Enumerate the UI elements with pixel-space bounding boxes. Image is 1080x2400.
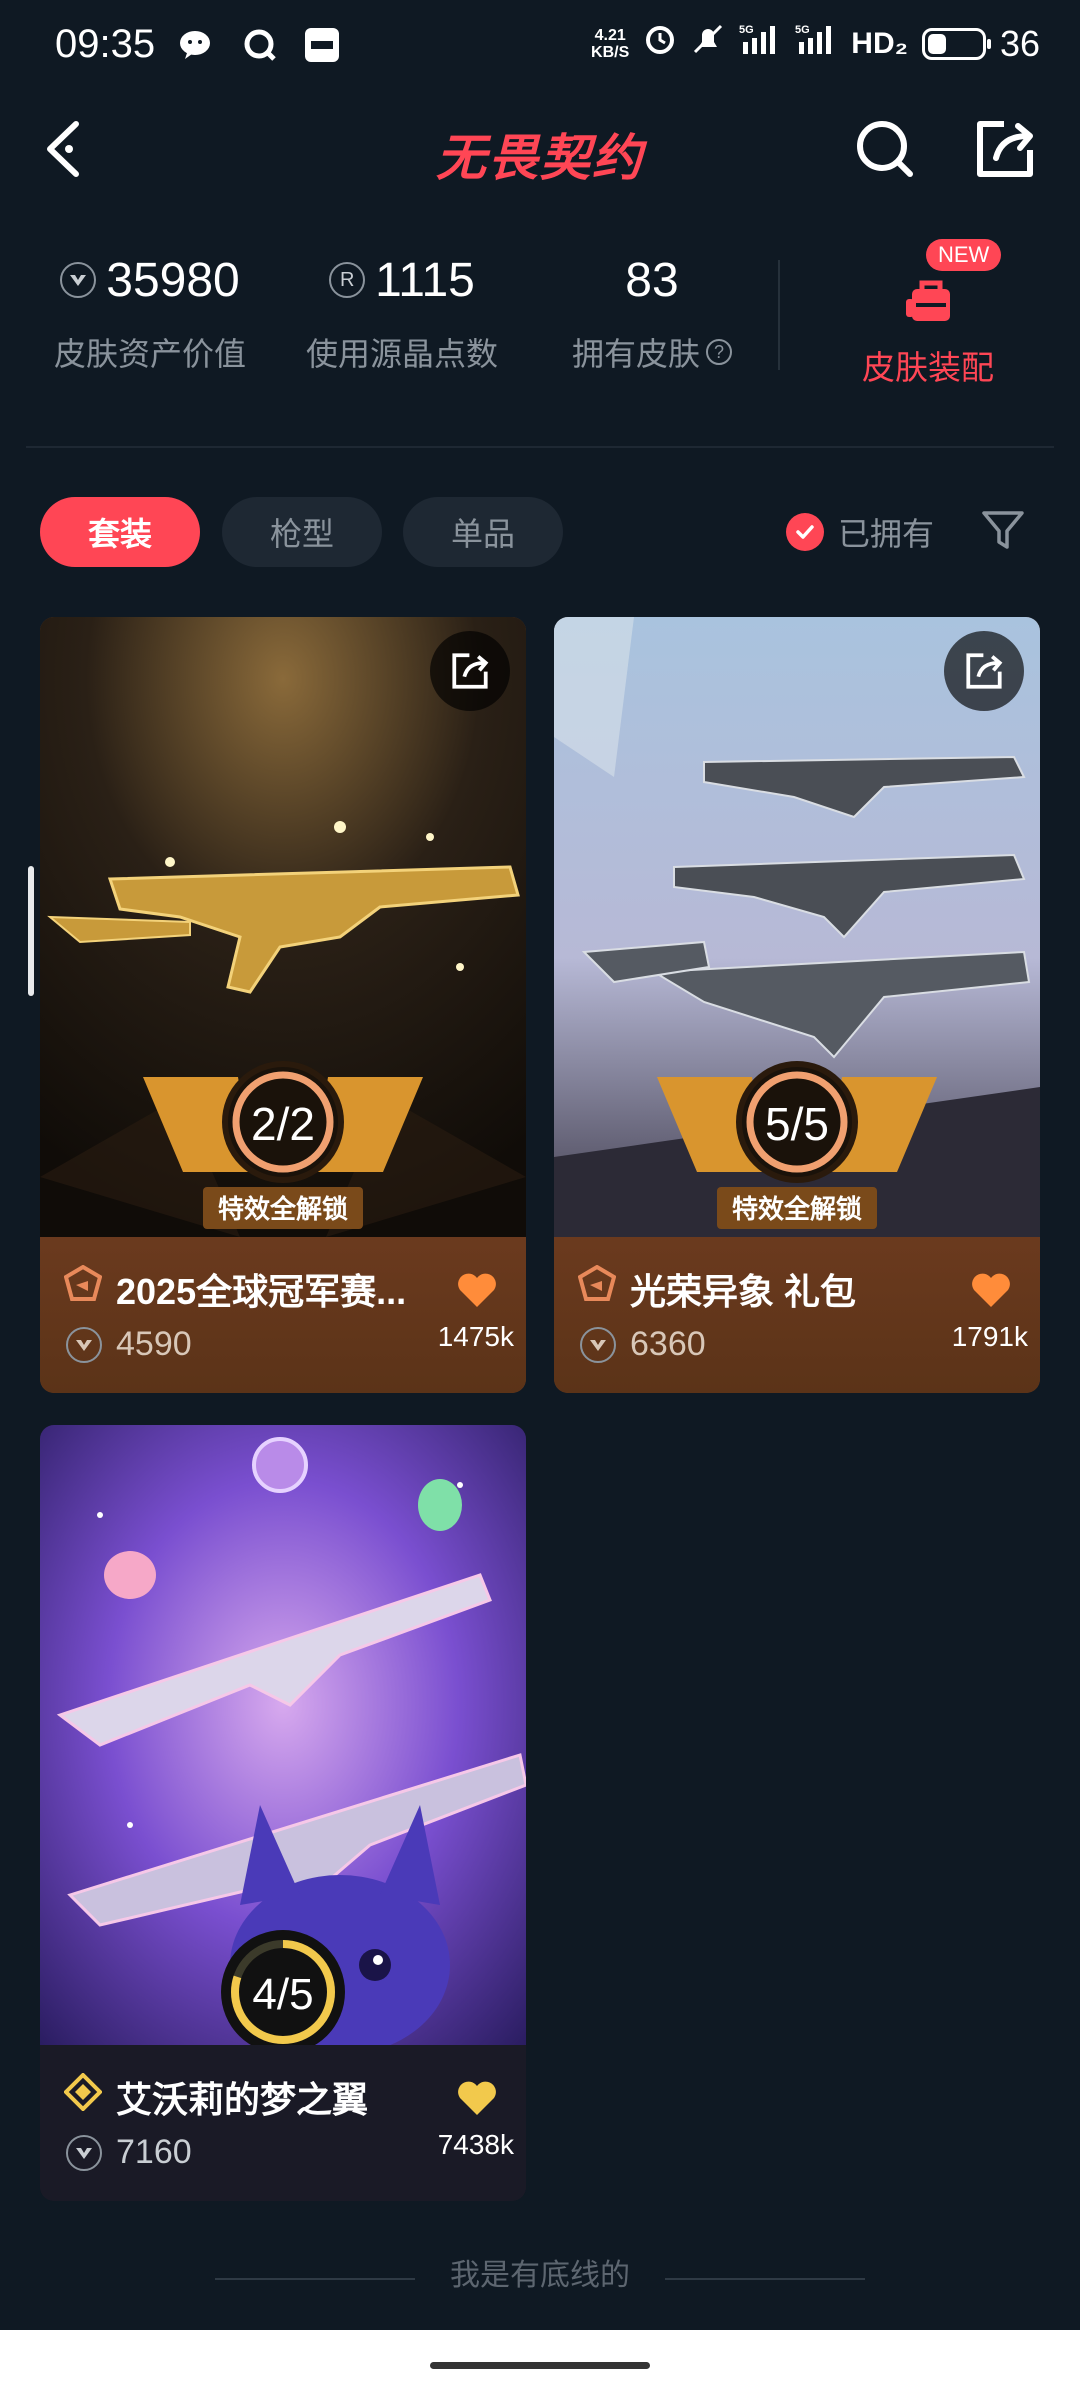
status-time: 09:35 xyxy=(55,22,156,66)
signal-icon: 5G xyxy=(739,22,781,65)
notification-icons xyxy=(178,26,342,64)
svg-text:2/2: 2/2 xyxy=(251,1098,315,1150)
qq-icon xyxy=(240,26,280,64)
scrollbar[interactable] xyxy=(28,866,34,996)
radianite-value: 1115 xyxy=(375,253,475,307)
tab-suits[interactable]: 套装 xyxy=(40,497,200,567)
stat-owned-skins: 83 拥有皮肤 ? xyxy=(527,245,777,375)
divider xyxy=(26,446,1054,448)
card-footer: 2025全球冠军赛... 4590 1475k xyxy=(40,1237,526,1393)
nav-bar: 无畏契约 xyxy=(0,100,1080,200)
hd-indicator: HD₂ xyxy=(851,26,908,60)
bundle-price: 7160 xyxy=(116,2133,192,2171)
skin-equip-button[interactable]: NEW 皮肤装配 xyxy=(818,235,1038,386)
home-indicator[interactable] xyxy=(430,2362,650,2369)
battery-icon xyxy=(921,27,991,60)
progress-emblem: 2/2 特效全解锁 xyxy=(143,1052,423,1237)
like-count: 1791k xyxy=(951,1321,1028,1352)
status-bar: 09:35 4.21 KB/S 5G 5G HD₂ 36 xyxy=(0,0,1080,90)
card-share-button[interactable] xyxy=(430,631,510,711)
wechat-icon xyxy=(178,26,218,64)
bundle-card[interactable]: 5/5 特效全解锁 光荣异象 礼包 6360 1791k xyxy=(554,617,1040,1393)
tab-single-item[interactable]: 单品 xyxy=(403,497,563,567)
bundle-name: 光荣异象 礼包 xyxy=(630,1271,857,1312)
alarm-icon xyxy=(643,22,677,65)
heart-icon[interactable] xyxy=(456,1271,498,1309)
bundle-card[interactable]: 2/2 特效全解锁 2025全球冠军赛... 4590 1475k xyxy=(40,617,526,1393)
owned-label: 拥有皮肤 xyxy=(571,336,700,372)
svg-text:5G: 5G xyxy=(795,24,810,36)
svg-text:4/5: 4/5 xyxy=(252,1970,313,2019)
filter-bar: 套装 枪型 单品 已拥有 xyxy=(0,497,1080,569)
asset-value: 35980 xyxy=(106,253,240,307)
bundle-name: 艾沃莉的梦之翼 xyxy=(116,2079,369,2120)
svg-text:特效全解锁: 特效全解锁 xyxy=(732,1194,862,1225)
like-count: 7438k xyxy=(437,2129,514,2160)
heart-icon[interactable] xyxy=(456,2079,498,2117)
like-count: 1475k xyxy=(437,1321,514,1352)
vp-coin-icon xyxy=(580,1327,616,1363)
share-icon[interactable] xyxy=(970,114,1040,184)
progress-emblem: 5/5 特效全解锁 xyxy=(657,1052,937,1237)
xiaohongshu-icon xyxy=(302,26,342,64)
stat-asset-value: 35980 皮肤资产价值 xyxy=(25,245,275,375)
card-share-button[interactable] xyxy=(944,631,1024,711)
status-right-icons: 4.21 KB/S 5G 5G HD₂ 36 xyxy=(591,22,1040,65)
bundle-name: 2025全球冠军赛... xyxy=(116,1271,407,1312)
stat-radianite: R 1115 使用源晶点数 xyxy=(277,245,527,375)
net-speed: 4.21 KB/S xyxy=(591,26,630,61)
vp-coin-icon xyxy=(66,2135,102,2171)
card-footer: 光荣异象 礼包 6360 1791k xyxy=(554,1237,1040,1393)
bundle-price: 6360 xyxy=(630,1325,706,1363)
owned-toggle[interactable]: 已拥有 xyxy=(786,509,934,555)
card-footer: 艾沃莉的梦之翼 7160 7438k xyxy=(40,2045,526,2201)
progress-ring: 4/5 xyxy=(218,1927,348,2057)
filter-icon[interactable] xyxy=(978,505,1028,555)
asset-label: 皮肤资产价值 xyxy=(53,336,246,372)
owned-count: 83 xyxy=(625,253,679,307)
tier-icon xyxy=(64,2073,102,2111)
bundle-card[interactable]: 4/5 艾沃莉的梦之翼 7160 7438k xyxy=(40,1425,526,2201)
radianite-icon: R xyxy=(329,262,366,298)
check-icon xyxy=(786,513,824,551)
help-icon[interactable]: ? xyxy=(706,339,732,365)
heart-icon[interactable] xyxy=(970,1271,1012,1309)
tier-icon xyxy=(578,1265,616,1301)
vp-coin-icon xyxy=(66,1327,102,1363)
signal-icon-2: 5G xyxy=(795,22,837,65)
mute-bell-icon xyxy=(691,22,725,65)
svg-text:特效全解锁: 特效全解锁 xyxy=(218,1194,348,1225)
tab-gun-type[interactable]: 枪型 xyxy=(222,497,382,567)
battery-level: 36 xyxy=(999,22,1040,64)
backpack-icon xyxy=(894,265,964,335)
radianite-label: 使用源晶点数 xyxy=(305,336,498,372)
svg-text:5/5: 5/5 xyxy=(765,1098,829,1150)
owned-toggle-label: 已拥有 xyxy=(838,516,935,552)
skin-equip-label: 皮肤装配 xyxy=(862,349,994,386)
stats-divider xyxy=(778,260,780,370)
gesture-bar xyxy=(0,2330,1080,2400)
svg-text:5G: 5G xyxy=(739,24,754,36)
vp-coin-icon xyxy=(60,262,97,298)
search-icon[interactable] xyxy=(850,114,920,184)
tier-icon xyxy=(64,1265,102,1301)
bundle-price: 4590 xyxy=(116,1325,192,1363)
end-of-list-text: 我是有底线的 xyxy=(0,2250,1080,2290)
